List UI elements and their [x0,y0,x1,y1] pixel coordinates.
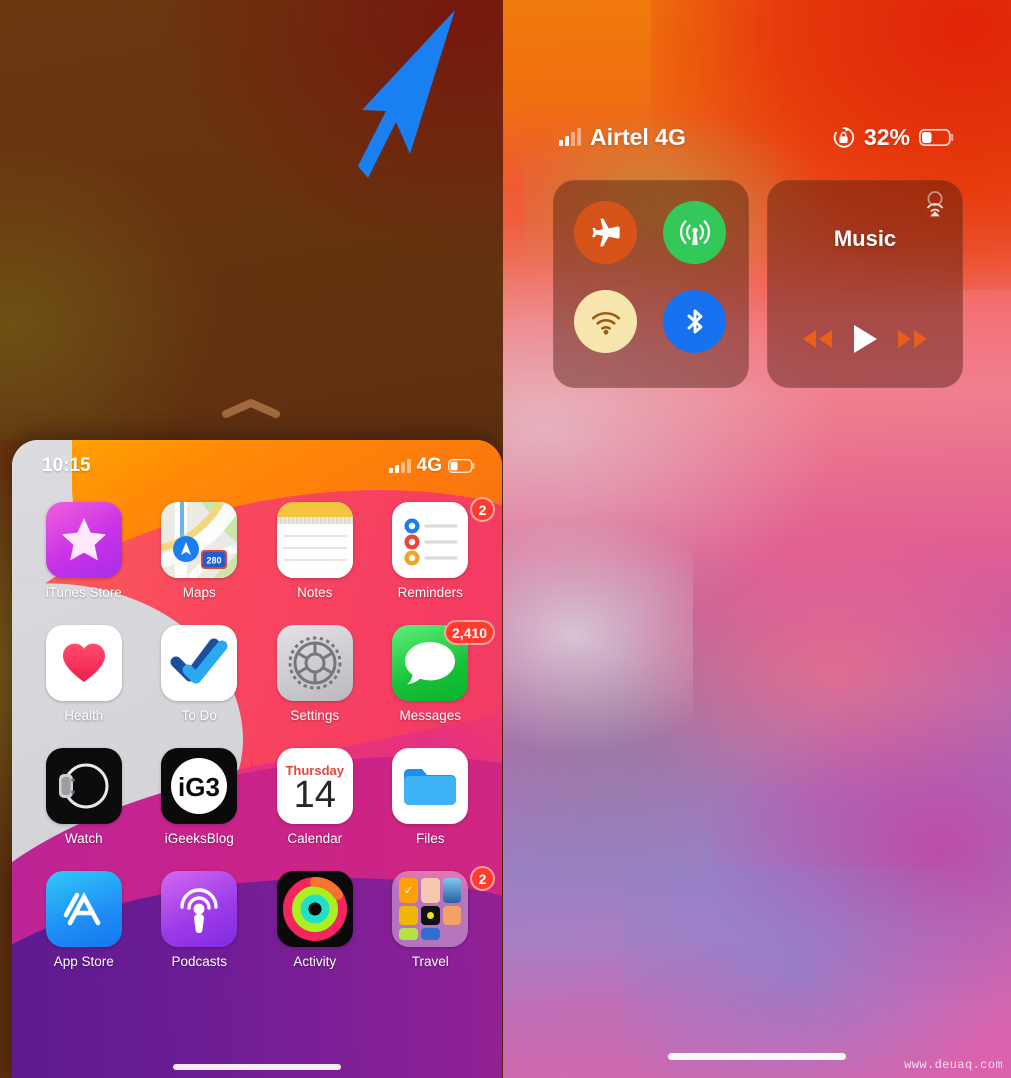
app-label: To Do [181,708,217,723]
bluetooth-toggle[interactable] [663,290,726,353]
app-notes[interactable]: Notes [257,502,373,600]
signal-bars-icon [388,459,411,473]
app-reminders[interactable]: 2 Reminders [373,497,495,600]
status-network: 4G [416,455,442,476]
right-panel-control-center: Airtel 4G 32% Music www.deuaq.com [503,0,1011,1078]
app-label: iTunes Store [45,585,122,600]
airplane-icon [591,218,620,246]
music-title: Music [833,226,897,251]
maps-icon[interactable]: 280 [161,502,238,578]
home-indicator[interactable] [668,1053,846,1060]
to-do-icon[interactable] [161,625,238,701]
svg-text:280: 280 [207,555,222,565]
watch-icon[interactable] [45,748,122,824]
rewind-icon[interactable] [800,326,834,352]
app-messages[interactable]: 2,410 Messages [373,620,495,723]
connectivity-module[interactable] [553,180,749,388]
app-podcasts[interactable]: Podcasts [142,871,258,969]
app-app-store[interactable]: App Store [26,871,142,969]
app-settings[interactable]: Settings [257,625,373,723]
notes-icon[interactable] [276,502,353,578]
files-icon[interactable] [392,748,469,824]
app-label: Travel [411,954,449,969]
airplay-audio-icon[interactable] [921,190,949,218]
app-label: Maps [182,585,216,600]
home-screen-card[interactable]: 10:15 4G iTunes Store 280 Maps Notes 2 R… [12,440,502,1078]
app-label: Reminders [397,585,463,600]
status-time: 10:15 [42,455,91,476]
calendar-icon[interactable]: Thursday 14 [276,748,353,824]
calendar-day: 14 [293,773,336,816]
wifi-icon [591,311,620,335]
app-label: Calendar [287,831,343,846]
app-itunes-store[interactable]: iTunes Store [26,502,142,600]
activity-icon[interactable] [276,871,353,947]
screenshot-root: 10:15 4G iTunes Store 280 Maps Notes 2 R… [0,0,1011,1078]
app-icon-grid: iTunes Store 280 Maps Notes 2 Reminders … [12,497,502,969]
control-center-grid: Music [503,0,1011,1078]
app-label: Podcasts [171,954,228,969]
reminders-icon[interactable] [392,502,469,578]
app-files[interactable]: Files [373,748,489,846]
app-label: Files [415,831,445,846]
airplane-mode-toggle[interactable] [574,201,637,264]
app-watch[interactable]: Watch [26,748,142,846]
bluetooth-icon [687,309,702,333]
home-screen-status-bar: 10:15 4G [12,440,502,492]
now-playing-module[interactable]: Music [767,180,963,388]
cellular-data-toggle[interactable] [663,201,726,264]
app-health[interactable]: Health [26,625,142,723]
app-label: Notes [297,585,333,600]
app-label: App Store [53,954,114,969]
app-activity[interactable]: Activity [257,871,373,969]
cellular-icon [679,219,710,245]
battery-low-icon [448,459,475,473]
home-indicator[interactable] [173,1064,341,1070]
app-maps[interactable]: 280 Maps [142,502,258,600]
app-label: Activity [293,954,337,969]
badge: 2 [470,866,495,891]
podcasts-icon[interactable] [161,871,238,947]
forward-icon[interactable] [896,326,930,352]
travel-folder-icon[interactable]: ✓ [392,871,469,947]
app-label: Watch [64,831,103,846]
app-label: Settings [290,708,340,723]
annotation-arrow-icon [358,10,455,178]
settings-icon[interactable] [276,625,353,701]
app-label: iGeeksBlog [164,831,234,846]
app-label: Health [64,708,104,723]
wifi-toggle[interactable] [574,290,637,353]
itunes-store-icon[interactable] [45,502,122,578]
watermark: www.deuaq.com [904,1058,1003,1072]
badge: 2 [470,497,495,522]
app-folder-travel[interactable]: 2 ✓ Travel [373,866,495,969]
left-panel-app-switcher: 10:15 4G iTunes Store 280 Maps Notes 2 R… [0,0,503,1078]
app-store-icon[interactable] [45,871,122,947]
chevron-up-handle-icon[interactable] [222,398,280,418]
igeeksblog-icon[interactable]: iG3 [161,748,238,824]
health-icon[interactable] [45,625,122,701]
app-to-do[interactable]: To Do [142,625,258,723]
app-calendar[interactable]: Thursday 14 Calendar [257,748,373,846]
app-label: Messages [399,708,462,723]
badge: 2,410 [443,620,495,645]
play-icon[interactable] [849,322,881,356]
app-igeeksblog[interactable]: iG3 iGeeksBlog [142,748,258,846]
svg-text:iG3: iG3 [178,772,220,802]
